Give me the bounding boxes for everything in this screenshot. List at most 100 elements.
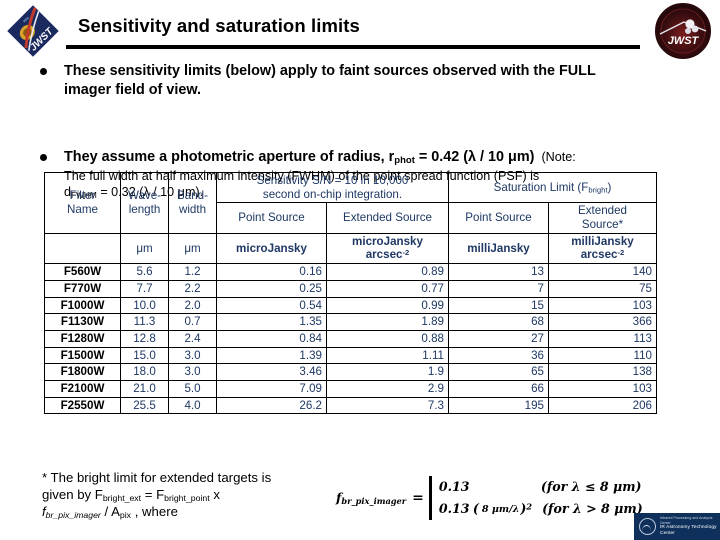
cell-saturation-extended-source: 103 <box>548 296 657 315</box>
cell-wavelength: 5.6 <box>120 263 169 281</box>
arcsec-exponent: -2 <box>617 248 625 258</box>
cell-filter-name: F1130W <box>44 313 121 331</box>
table-units-row: μm μm microJansky microJansky arcsec-2 m… <box>44 232 657 265</box>
equation-lhs: fbr_pix_imager <box>336 490 407 506</box>
cell-sensitivity-point-source: 0.16 <box>216 263 327 281</box>
svg-text:JWST: JWST <box>668 35 700 47</box>
header-sat-extended-source: Extended Source* <box>548 202 657 234</box>
cell-sensitivity-extended-source: 0.99 <box>326 296 449 315</box>
units-sat-point: milliJansky <box>448 232 549 265</box>
cell-filter-name: F770W <box>44 279 121 298</box>
institution-text: Infrared Processing and Analysis Center … <box>660 516 717 536</box>
cell-filter-name: F1800W <box>44 363 121 381</box>
header-sens-point-source: Point Source <box>216 202 327 234</box>
table-header-row-1: Filter Name Wave- length Band- width Sen… <box>44 171 657 234</box>
table-row: F770W 7.7 2.2 0.25 0.77 7 75 <box>44 279 657 298</box>
header-sens-extended-source: Extended Source <box>326 202 449 234</box>
cell-saturation-extended-source: 366 <box>548 313 657 331</box>
cell-sensitivity-extended-source: 1.11 <box>326 346 449 365</box>
cell-filter-name: F1280W <box>44 329 121 348</box>
table-row: F1130W 11.3 0.7 1.35 1.89 68 366 <box>44 313 657 331</box>
units-sat-extended: milliJansky arcsec-2 <box>548 232 657 265</box>
cell-wavelength: 7.7 <box>120 279 169 298</box>
slide-title: Sensitivity and saturation limits <box>78 15 360 36</box>
cell-saturation-extended-source: 140 <box>548 263 657 281</box>
cell-filter-name: F2100W <box>44 379 121 398</box>
cell-sensitivity-point-source: 7.09 <box>216 379 327 398</box>
bottom-logo-banner: Infrared Processing and Analysis Center … <box>634 513 720 540</box>
cell-saturation-extended-source: 138 <box>548 363 657 381</box>
title-underline-rule <box>66 45 640 49</box>
cell-bandwidth: 2.4 <box>168 329 217 348</box>
cell-saturation-point-source: 65 <box>448 363 549 381</box>
cell-bandwidth: 2.0 <box>168 296 217 315</box>
bullet-1-line-2: imager field of view. <box>64 82 202 99</box>
cell-saturation-point-source: 36 <box>448 346 549 365</box>
cell-bandwidth: 4.0 <box>168 396 217 415</box>
sensitivity-table-wrapper: Filter Name Wave- length Band- width Sen… <box>44 171 657 415</box>
bullet-2-text-pre: They assume a photometric aperture of ra… <box>64 149 395 166</box>
equation-cases: 0.13 (for λ ≤ 8 μm) 0.13 (8 μm/λ)2 (for … <box>439 476 643 520</box>
jwst-logo-right: JWST <box>654 2 712 60</box>
cell-sensitivity-extended-source: 0.88 <box>326 329 449 348</box>
cell-wavelength: 12.8 <box>120 329 169 348</box>
cell-sensitivity-extended-source: 1.9 <box>326 363 449 381</box>
equation-case-1: 0.13 (for λ ≤ 8 μm) <box>438 479 642 494</box>
cell-saturation-extended-source: 113 <box>548 329 657 348</box>
footnote: * The bright limit for extended targets … <box>42 470 342 521</box>
header-sat-point-source: Point Source <box>448 202 549 234</box>
header-filter-name: Filter Name <box>44 172 121 234</box>
cell-wavelength: 21.0 <box>120 379 169 398</box>
cell-saturation-point-source: 66 <box>448 379 549 398</box>
cell-sensitivity-point-source: 3.46 <box>216 363 327 381</box>
cell-sensitivity-extended-source: 0.77 <box>326 279 449 298</box>
equation-case-2: 0.13 (8 μm/λ)2 (for λ > 8 μm) <box>439 498 643 520</box>
cell-wavelength: 18.0 <box>120 363 169 381</box>
cell-saturation-point-source: 13 <box>448 263 549 281</box>
cell-bandwidth: 5.0 <box>168 379 217 398</box>
cell-filter-name: F1500W <box>44 346 121 365</box>
bullet-1-line-1: These sensitivity limits (below) apply t… <box>64 63 596 79</box>
table-row: F1500W 15.0 3.0 1.39 1.11 36 110 <box>44 346 657 365</box>
equals-sign: = <box>412 490 424 507</box>
cell-saturation-point-source: 15 <box>448 296 549 315</box>
footnote-line-3: fbr_pix_imager / Apix , where <box>42 503 178 520</box>
cell-saturation-point-source: 7 <box>448 279 549 298</box>
jwst-logo-left: JWST esa <box>4 2 62 60</box>
table-row: F2550W 25.5 4.0 26.2 7.3 195 206 <box>44 396 657 415</box>
cell-sensitivity-point-source: 1.39 <box>216 346 327 365</box>
units-sens-extended: microJansky arcsec-2 <box>326 232 449 265</box>
table-row: F1800W 18.0 3.0 3.46 1.9 65 138 <box>44 363 657 381</box>
header-bandwidth: Band- width <box>168 172 217 234</box>
cell-saturation-extended-source: 75 <box>548 279 657 298</box>
cell-wavelength: 11.3 <box>120 313 169 331</box>
bullet-2-subscript: phot <box>394 155 415 167</box>
cell-filter-name: F560W <box>44 263 121 281</box>
table-row: F560W 5.6 1.2 0.16 0.89 13 140 <box>44 263 657 281</box>
equation-fraction: (8 μm/λ)2 <box>472 501 533 517</box>
equation-brace <box>428 476 432 521</box>
cell-saturation-extended-source: 206 <box>548 396 657 415</box>
units-blank-cell <box>44 232 121 265</box>
sensitivity-saturation-table: Filter Name Wave- length Band- width Sen… <box>44 171 657 415</box>
cell-sensitivity-extended-source: 2.9 <box>326 379 449 398</box>
cell-saturation-extended-source: 110 <box>548 346 657 365</box>
cell-bandwidth: 3.0 <box>168 363 217 381</box>
cell-bandwidth: 3.0 <box>168 346 217 365</box>
bullet-2-text-post: = 0.42 (λ / 10 μm) <box>414 149 535 166</box>
header-sensitivity-group: Sensitivity S/N = 10 in 10,000 second on… <box>216 171 449 204</box>
cell-filter-name: F2550W <box>44 396 121 415</box>
footnote-line-2: given by Fbright_ext = Fbright_point x <box>42 486 220 503</box>
cell-sensitivity-point-source: 0.54 <box>216 296 327 315</box>
cell-sensitivity-point-source: 0.25 <box>216 279 327 298</box>
table-row: F2100W 21.0 5.0 7.09 2.9 66 103 <box>44 379 657 398</box>
institution-seal-icon <box>639 518 656 535</box>
header-wavelength: Wave- length <box>120 172 169 234</box>
cell-wavelength: 15.0 <box>120 346 169 365</box>
table-row: F1280W 12.8 2.4 0.84 0.88 27 113 <box>44 329 657 348</box>
cell-bandwidth: 1.2 <box>168 263 217 281</box>
table-body: F560W 5.6 1.2 0.16 0.89 13 140 F770W 7.7 2.2 0.25 0… <box>44 263 657 415</box>
cell-saturation-point-source: 27 <box>448 329 549 348</box>
cell-sensitivity-point-source: 26.2 <box>216 396 327 415</box>
cell-sensitivity-extended-source: 0.89 <box>326 263 449 281</box>
